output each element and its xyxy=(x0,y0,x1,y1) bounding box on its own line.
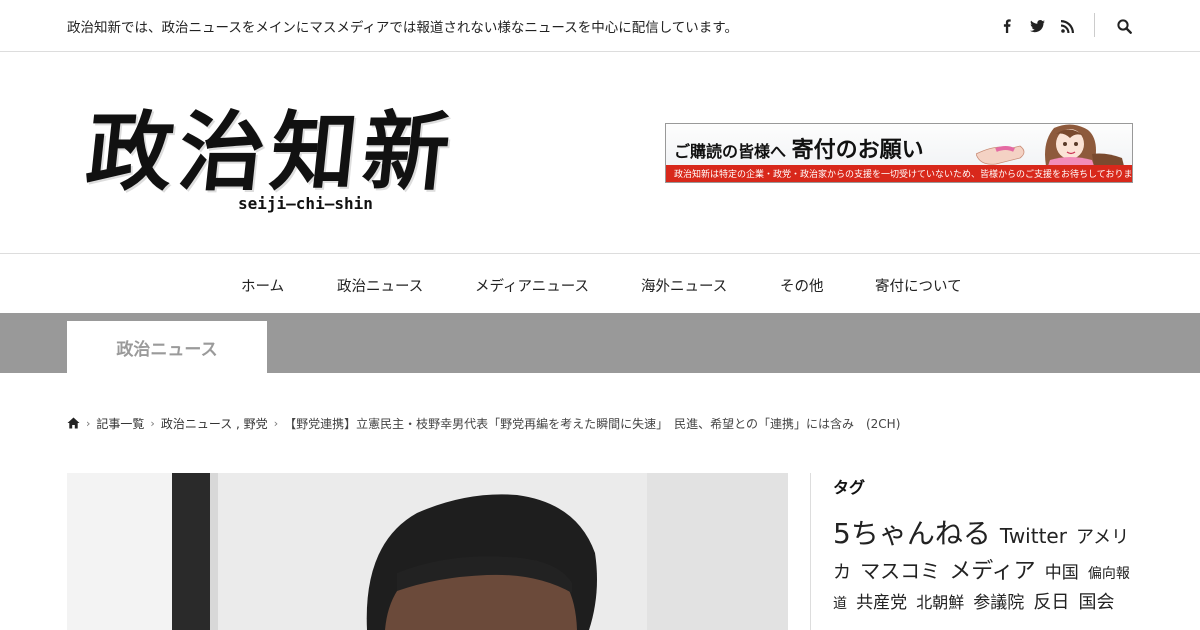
nav-item-home[interactable]: ホーム xyxy=(241,275,284,296)
banner-character-illustration xyxy=(976,124,1124,166)
breadcrumb-item-articles[interactable]: 記事一覧 xyxy=(96,415,144,432)
sidebar-divider xyxy=(810,473,811,630)
tag-link[interactable]: Twitter xyxy=(1000,524,1067,548)
banner-headline-large: 寄付のお願い xyxy=(791,137,924,163)
tag-link[interactable]: メディア xyxy=(949,559,1035,584)
donation-banner[interactable]: ご購読の皆様へ 寄付のお願い 政治知新は特定の企業・政党・政治家からの支援を一切… xyxy=(665,123,1133,183)
tag-link[interactable]: 中国 xyxy=(1045,563,1079,583)
search-icon[interactable] xyxy=(1114,16,1134,36)
chevron-right-icon: › xyxy=(273,416,279,430)
tag-link[interactable]: マスコミ xyxy=(860,559,940,583)
banner-strip: 政治知新は特定の企業・政党・政治家からの支援を一切受けていないため、皆様からのご… xyxy=(666,165,1132,182)
facebook-icon[interactable] xyxy=(997,16,1017,36)
twitter-icon[interactable] xyxy=(1027,16,1047,36)
tag-cloud: 5ちゃんねる Twitter アメリカ マスコミ メディア 中国 偏向報道 共産… xyxy=(833,512,1133,617)
banner-headline: ご購読の皆様へ 寄付のお願い xyxy=(674,132,924,164)
nav-item-overseas-news[interactable]: 海外ニュース xyxy=(641,275,727,296)
top-bar: 政治知新では、政治ニュースをメインにマスメディアでは報道されない様なニュースを中… xyxy=(0,0,1200,52)
site-logo[interactable]: 政治知新 seiji–chi–shin xyxy=(82,82,518,222)
chevron-right-icon: › xyxy=(150,416,155,430)
banner-headline-small: ご購読の皆様へ xyxy=(674,142,787,161)
main-nav: ホーム 政治ニュース メディアニュース 海外ニュース その他 寄付について xyxy=(0,255,1200,313)
logo-kanji: 政治知新 xyxy=(81,102,461,203)
breadcrumb-item-category[interactable]: 政治ニュース , 野党 xyxy=(161,415,268,432)
rss-icon[interactable] xyxy=(1057,16,1077,36)
tag-link[interactable]: 反日 xyxy=(1033,592,1069,613)
category-title: 政治ニュース xyxy=(67,321,267,373)
nav-item-donation[interactable]: 寄付について xyxy=(875,275,962,296)
home-icon[interactable] xyxy=(67,417,80,429)
topbar-separator xyxy=(1094,13,1095,37)
breadcrumb-current-post: 【野党連携】立憲民主・枝野幸男代表「野党再編を考えた瞬間に失速」 民進、希望との… xyxy=(284,416,901,431)
tag-link[interactable]: 国会 xyxy=(1078,592,1114,613)
tag-link[interactable]: 北朝鮮 xyxy=(916,593,964,612)
tag-link[interactable]: 5ちゃんねる xyxy=(833,517,991,550)
tag-link[interactable]: 共産党 xyxy=(856,593,907,613)
breadcrumb: › 記事一覧 › 政治ニュース , 野党 › 【野党連携】立憲民主・枝野幸男代表… xyxy=(67,415,900,431)
logo-romaji: seiji–chi–shin xyxy=(238,194,373,213)
tag-link[interactable]: 参議院 xyxy=(973,593,1024,613)
nav-item-other[interactable]: その他 xyxy=(780,275,824,296)
site-header: 政治知新 seiji–chi–shin ご購読の皆様へ 寄付のお願い 政治知新は… xyxy=(0,52,1200,254)
category-band: 政治ニュース xyxy=(0,313,1200,373)
nav-item-politics-news[interactable]: 政治ニュース xyxy=(337,275,423,296)
banner-subtext: 政治知新は特定の企業・政党・政治家からの支援を一切受けていないため、皆様からのご… xyxy=(674,170,1133,180)
chevron-right-icon: › xyxy=(86,416,91,430)
tag-widget-title: タグ xyxy=(833,478,866,497)
site-description: 政治知新では、政治ニュースをメインにマスメディアでは報道されない様なニュースを中… xyxy=(67,20,738,36)
featured-image xyxy=(67,473,788,630)
nav-item-media-news[interactable]: メディアニュース xyxy=(475,275,589,296)
